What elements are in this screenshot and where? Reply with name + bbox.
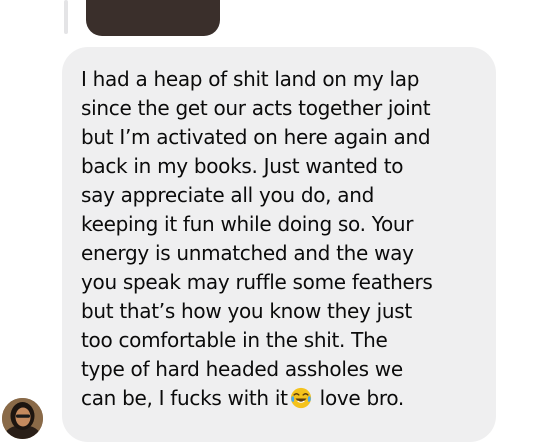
message-text: I had a heap of shit land on my lap sinc… xyxy=(81,65,482,413)
message-line: too comfortable in the shit. The xyxy=(81,328,388,352)
message-line: say appreciate all you do, and xyxy=(81,183,375,207)
message-line: but I’m activated on here again and xyxy=(81,125,431,149)
face-with-tears-of-joy-icon xyxy=(290,387,311,409)
message-bubble[interactable]: I had a heap of shit land on my lap sinc… xyxy=(62,47,496,442)
message-line: type of hard headed assholes we xyxy=(81,357,403,381)
message-line: you speak may ruffle some feathers xyxy=(81,270,433,294)
replied-media-thumbnail[interactable] xyxy=(86,0,220,36)
sender-avatar[interactable] xyxy=(2,398,43,439)
message-line: energy is unmatched and the way xyxy=(81,241,414,265)
message-line: but that’s how you know they just xyxy=(81,299,412,323)
profile-avatar-image xyxy=(2,398,43,439)
message-line: back in my books. Just wanted to xyxy=(81,154,404,178)
message-line: keeping it fun while doing so. Your xyxy=(81,212,414,236)
message-line-last-part-2: love bro. xyxy=(313,386,405,410)
message-line: I had a heap of shit land on my lap xyxy=(81,67,420,91)
reply-thread-line xyxy=(64,0,68,34)
message-line: since the get our acts together joint xyxy=(81,96,431,120)
message-line-last-part-1: can be, I fucks with it xyxy=(81,386,288,410)
